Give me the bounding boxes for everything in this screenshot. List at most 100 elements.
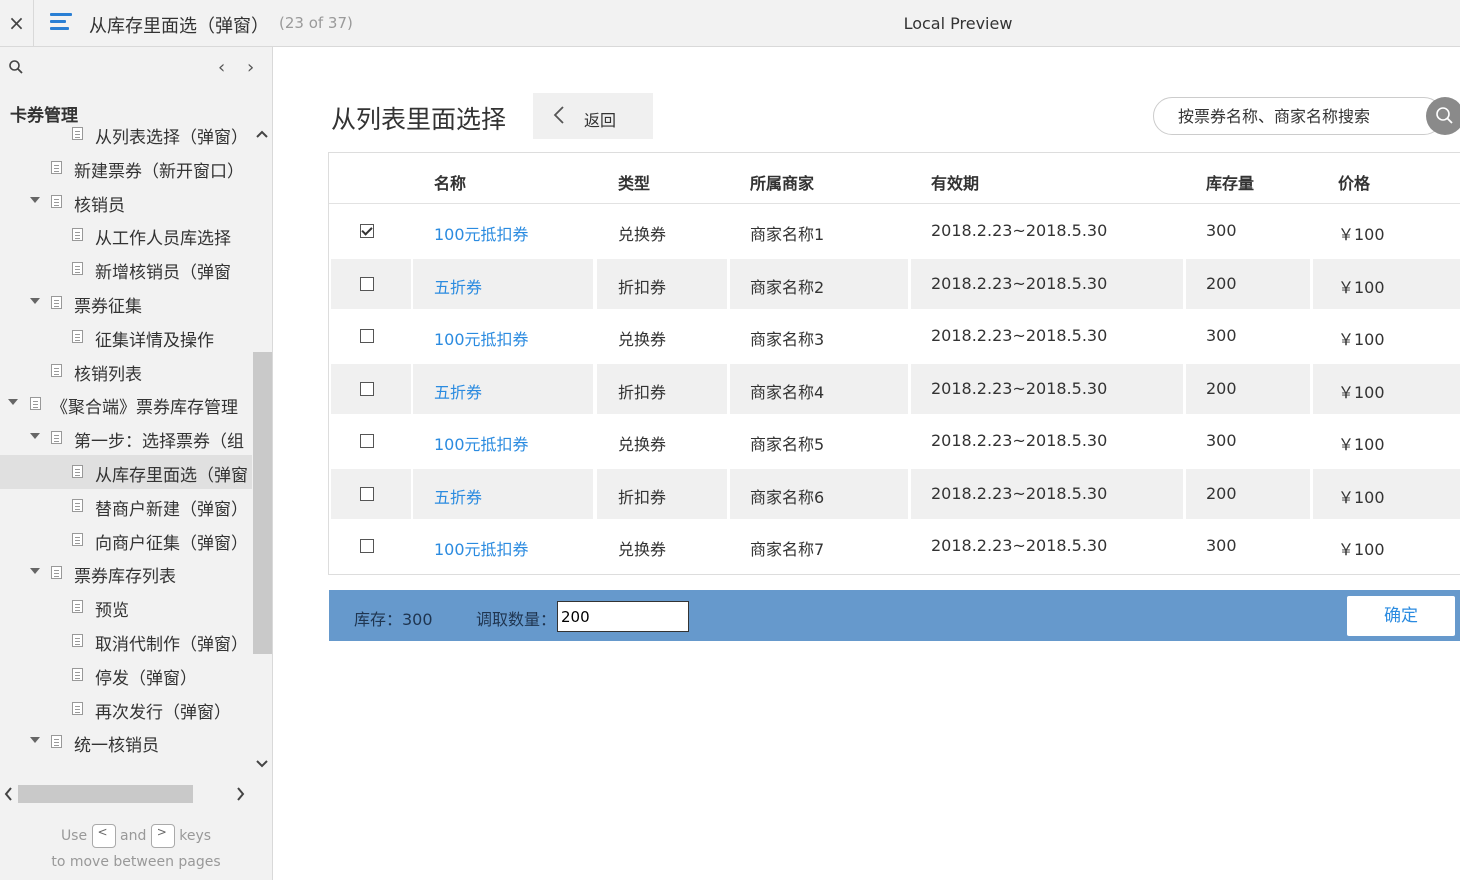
sidebar-item-label: 票券库存列表	[74, 567, 176, 588]
horizontal-scrollbar[interactable]	[0, 783, 252, 805]
quantity-input[interactable]	[557, 601, 689, 632]
table-row[interactable]: 五折券 折扣券 商家名称4 2018.2.23~2018.5.30 200 ￥100	[329, 362, 1460, 414]
table-row[interactable]: 100元抵扣券 兑换券 商家名称1 2018.2.23~2018.5.30 300 ￥10…	[329, 204, 1460, 256]
cell-price: ￥100	[1338, 382, 1385, 402]
hint-text-line2: to move between pages	[51, 854, 221, 870]
vertical-scroll-thumb[interactable]	[253, 352, 272, 654]
page-counter: (23 of 37)	[279, 14, 353, 32]
back-button[interactable]: 返回	[533, 93, 653, 139]
cell-type: 兑换券	[618, 435, 667, 454]
search-field[interactable]	[1153, 97, 1443, 135]
search-button[interactable]	[1426, 97, 1460, 135]
cell-type: 兑换券	[618, 225, 667, 244]
hamburger-icon[interactable]	[50, 13, 72, 33]
row-checkbox[interactable]	[360, 224, 374, 238]
row-checkbox[interactable]	[360, 486, 374, 501]
row-checkbox[interactable]	[360, 539, 374, 553]
sidebar-item[interactable]: 核销员	[0, 185, 252, 219]
cell-name[interactable]: 五折券	[434, 274, 482, 298]
confirm-button[interactable]: 确定	[1347, 596, 1455, 636]
sidebar-item[interactable]: 《聚合端》票券库存管理	[0, 387, 252, 421]
sidebar-item-label: 新增核销员（弹窗	[95, 263, 231, 284]
page-icon	[51, 735, 62, 749]
sidebar-item-label: 新建票券（新开窗口）	[74, 161, 244, 182]
page-icon	[51, 431, 62, 445]
sidebar-item[interactable]: 新建票券（新开窗口）	[0, 151, 252, 185]
hint-text-use: Use	[60, 828, 88, 844]
page-icon	[72, 127, 83, 140]
cell-name[interactable]: 100元抵扣券	[434, 536, 529, 560]
close-button[interactable]: ×	[0, 0, 34, 46]
sidebar-item[interactable]: 统一核销员	[0, 725, 252, 759]
row-checkbox[interactable]	[360, 276, 374, 291]
search-icon[interactable]	[8, 59, 24, 75]
vertical-scrollbar[interactable]	[253, 127, 272, 777]
page-icon	[51, 363, 62, 377]
sidebar-item[interactable]: 票券库存列表	[0, 556, 252, 590]
cell-price: ￥100	[1338, 487, 1385, 507]
sidebar-item[interactable]: 征集详情及操作	[0, 320, 252, 354]
column-header: 所属商家	[750, 174, 815, 193]
cell-name[interactable]: 100元抵扣券	[434, 221, 529, 245]
scroll-down-icon[interactable]	[256, 759, 268, 769]
sidebar-item[interactable]: 预览	[0, 590, 252, 624]
sidebar-item-label: 第一步：选择票券（组	[74, 432, 244, 453]
cell-merchant: 商家名称7	[750, 540, 825, 559]
hint-text-and: and	[120, 828, 147, 844]
page-icon	[72, 600, 83, 614]
cell-merchant: 商家名称3	[750, 330, 825, 349]
scroll-up-icon[interactable]	[256, 129, 268, 139]
sidebar-item[interactable]: 从工作人员库选择	[0, 218, 252, 252]
expand-triangle-icon[interactable]	[30, 568, 40, 575]
sidebar-item-label: 从列表选择（弹窗）	[95, 128, 248, 148]
previous-page-icon[interactable]: ‹	[218, 57, 225, 78]
page-icon	[30, 397, 41, 411]
cell-name[interactable]: 100元抵扣券	[434, 326, 529, 350]
table-row[interactable]: 五折券 折扣券 商家名称2 2018.2.23~2018.5.30 200 ￥100	[329, 257, 1460, 309]
sidebar-item[interactable]: 停发（弹窗）	[0, 658, 252, 692]
cell-stock: 200	[1206, 378, 1237, 398]
cell-merchant: 商家名称5	[750, 435, 825, 454]
page-icon	[72, 634, 83, 647]
column-header: 类型	[618, 174, 651, 193]
sidebar-item[interactable]: 票券征集	[0, 286, 252, 320]
row-checkbox[interactable]	[360, 381, 374, 396]
sidebar-item[interactable]: 从列表选择（弹窗）	[0, 121, 252, 151]
scroll-right-icon[interactable]	[236, 785, 246, 803]
cell-name[interactable]: 五折券	[434, 484, 482, 508]
expand-triangle-icon[interactable]	[30, 737, 40, 744]
expand-triangle-icon[interactable]	[30, 433, 40, 440]
sidebar-item[interactable]: 核销列表	[0, 354, 252, 388]
row-checkbox[interactable]	[360, 329, 374, 343]
sidebar-item[interactable]: 再次发行（弹窗）	[0, 692, 252, 726]
sidebar-item[interactable]: 从库存里面选（弹窗	[0, 455, 252, 489]
table-row[interactable]: 五折券 折扣券 商家名称6 2018.2.23~2018.5.30 200 ￥100	[329, 467, 1460, 519]
sidebar-item[interactable]: 第一步：选择票券（组	[0, 421, 252, 455]
sidebar-item[interactable]: 新增核销员（弹窗	[0, 252, 252, 286]
cell-price: ￥100	[1338, 540, 1385, 559]
search-input[interactable]	[1178, 106, 1428, 126]
main-title: 从列表里面选择	[331, 105, 507, 134]
cell-stock: 200	[1206, 273, 1237, 293]
coupon-table: 名称 类型 所属商家 有效期 库存量 价格 100元抵扣券 兑换券 商家名称1 2018.2.2…	[328, 152, 1460, 575]
next-page-icon[interactable]: ›	[247, 57, 254, 78]
back-label: 返回	[584, 111, 617, 130]
sidebar-item[interactable]: 取消代制作（弹窗）	[0, 624, 252, 658]
row-checkbox[interactable]	[360, 434, 374, 448]
table-row[interactable]: 100元抵扣券 兑换券 商家名称7 2018.2.23~2018.5.30 300 ￥10…	[329, 519, 1460, 571]
sidebar-item[interactable]: 向商户征集（弹窗）	[0, 523, 252, 557]
sidebar-item[interactable]: 替商户新建（弹窗）	[0, 489, 252, 523]
cell-name[interactable]: 100元抵扣券	[434, 431, 529, 455]
table-row[interactable]: 100元抵扣券 兑换券 商家名称3 2018.2.23~2018.5.30 300 ￥10…	[329, 309, 1460, 361]
scroll-left-icon[interactable]	[3, 785, 13, 803]
page-icon	[72, 667, 83, 681]
expand-triangle-icon[interactable]	[30, 298, 40, 304]
table-row[interactable]: 100元抵扣券 兑换券 商家名称5 2018.2.23~2018.5.30 300 ￥10…	[329, 414, 1460, 466]
column-header: 价格	[1338, 174, 1371, 193]
expand-triangle-icon[interactable]	[8, 399, 18, 406]
cell-stock: 300	[1206, 221, 1237, 240]
horizontal-scroll-thumb[interactable]	[18, 785, 193, 803]
cell-name[interactable]: 五折券	[434, 379, 482, 403]
cell-merchant: 商家名称1	[750, 225, 825, 244]
expand-triangle-icon[interactable]	[30, 196, 40, 203]
